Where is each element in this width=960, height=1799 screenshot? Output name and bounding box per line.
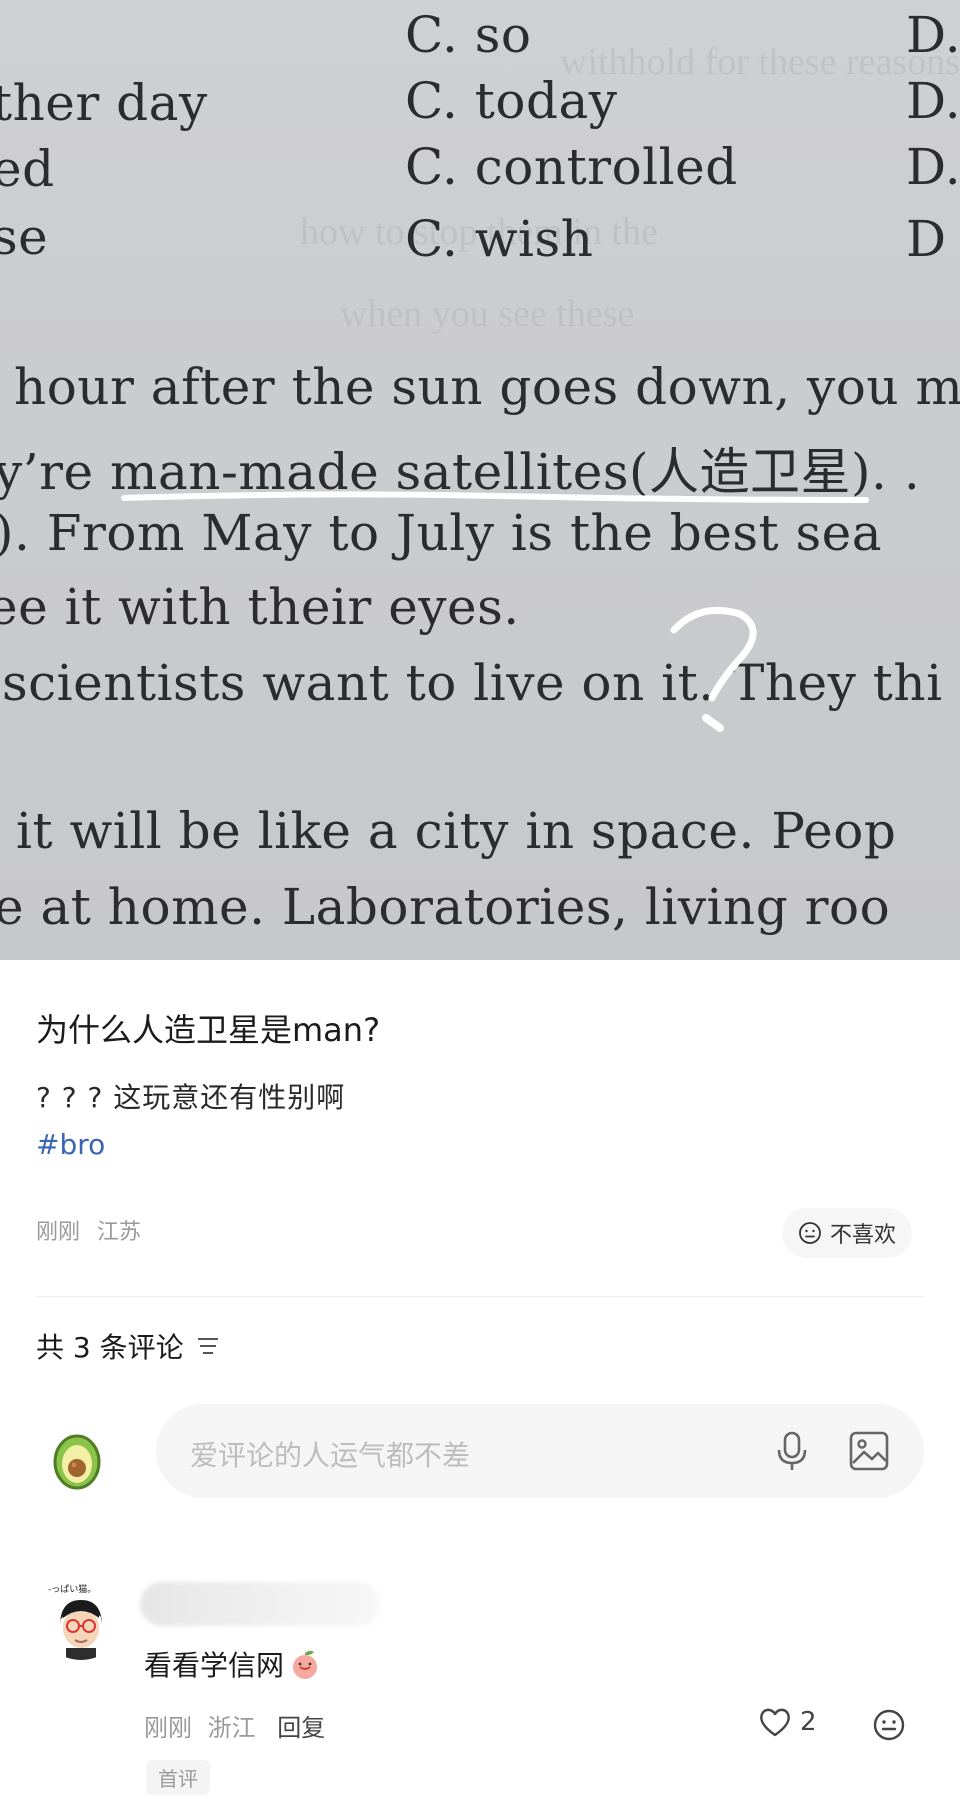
comments-header: 共 3 条评论 [36, 1326, 220, 1366]
post-body: ? ? ? 这玩意还有性别啊 [36, 1081, 346, 1114]
handwritten-underline [121, 491, 869, 503]
left-fragment: ther day [0, 74, 208, 132]
first-comment-badge: 首评 [146, 1760, 210, 1795]
post-title: 为什么人造卫星是man? [36, 1011, 381, 1049]
microphone-icon[interactable] [772, 1430, 812, 1472]
left-fragment: se [0, 208, 49, 266]
option-line: C. so [405, 6, 532, 64]
reply-button[interactable]: 回复 [277, 1714, 325, 1742]
commenter-name-blurred[interactable] [140, 1582, 380, 1626]
option-line: C. wish [405, 210, 594, 268]
dislike-label: 不喜欢 [830, 1223, 897, 1248]
comment-time: 刚刚 [144, 1714, 192, 1742]
comment-text-row: 看看学信网 [144, 1644, 322, 1684]
comments-count-label: 共 3 条评论 [36, 1331, 184, 1364]
like-count: 2 [800, 1707, 817, 1737]
paragraph-line: scientists want to live on it. They thi [2, 654, 943, 712]
neutral-face-icon [799, 1222, 821, 1244]
dislike-button[interactable]: 不喜欢 [782, 1208, 913, 1258]
post-time: 刚刚 [36, 1220, 81, 1245]
paragraph-line: ee it with their eyes. [0, 578, 520, 636]
image-icon[interactable] [848, 1430, 890, 1472]
right-fragment: D. [906, 72, 960, 130]
comment-input-placeholder: 爱评论的人运气都不差 [190, 1439, 471, 1472]
peach-emoji-icon [293, 1650, 318, 1679]
left-fragment: ed [0, 140, 55, 198]
avatar-caption: -っぱい猫。 [48, 1583, 96, 1595]
comment-input[interactable]: 爱评论的人运气都不差 [156, 1404, 924, 1498]
comment-text: 看看学信网 [144, 1649, 285, 1682]
avocado-avatar-icon [53, 1434, 101, 1490]
post-meta: 刚刚 江苏 [36, 1214, 141, 1246]
divider [36, 1296, 924, 1297]
paragraph-line: hour after the sun goes down, you m [14, 358, 960, 416]
paragraph-line: ). From May to July is the best sea [0, 504, 883, 562]
hashtag-link[interactable]: #bro [36, 1128, 105, 1161]
emoji-reaction-icon[interactable] [872, 1708, 906, 1742]
post-location: 江苏 [97, 1220, 142, 1245]
commenter-avatar[interactable]: -っぱい猫。 [38, 1574, 124, 1660]
right-fragment: D. [906, 6, 960, 64]
heart-icon [760, 1708, 790, 1737]
paragraph-line: e at home. Laboratories, living roo [0, 878, 891, 936]
option-line: C. controlled [405, 138, 738, 196]
comment-location: 浙江 [207, 1714, 256, 1742]
option-line: C. today [405, 72, 618, 130]
right-fragment: D [906, 210, 947, 268]
sort-icon[interactable] [196, 1336, 220, 1356]
paragraph-line: it will be like a city in space. Peop [16, 802, 897, 860]
handwritten-question-mark [670, 606, 757, 732]
comment-meta: 刚刚 浙江 回复 [144, 1708, 325, 1743]
post-image[interactable]: withhold for these reasons how to stop t… [0, 0, 960, 960]
right-fragment: D. [906, 138, 960, 196]
like-button[interactable]: 2 [758, 1706, 817, 1738]
